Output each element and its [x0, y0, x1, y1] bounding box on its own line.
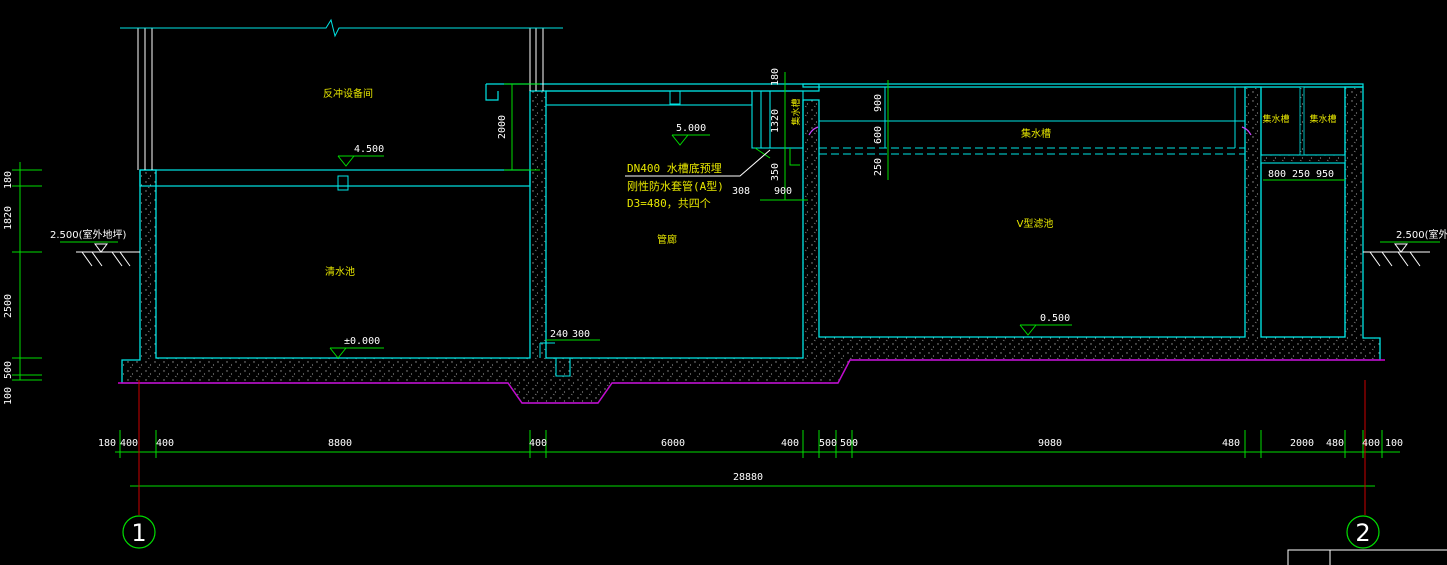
elevation-markers — [60, 134, 1440, 359]
bottom-dim-label: 400 — [781, 438, 799, 449]
note-line-1: DN400 水槽底预埋 — [627, 161, 722, 175]
label-trough-right-a: 集水槽 — [1262, 113, 1289, 125]
left-dim-1820: 1820 — [3, 206, 14, 230]
bottom-dim-labels: 180 400 400 8800 400 6000 400 500 500 9080 480 2000… — [98, 438, 1403, 449]
inner-dim-labels: 2000 180 1320 350 308 900 900 600 250 24… — [497, 68, 1334, 340]
ground-marks — [76, 243, 1430, 267]
left-dim-labels: 180 1820 2500 500 100 — [3, 171, 14, 405]
label-equipment-room: 反冲设备间 — [323, 87, 373, 100]
bottom-dimension-lines — [115, 380, 1400, 515]
axis-label-2: 2 — [1355, 519, 1370, 547]
dim-950: 950 — [1316, 169, 1334, 180]
bottom-dim-label: 6000 — [661, 438, 685, 449]
left-dim-100: 100 — [3, 387, 14, 405]
label-filter: V型滤池 — [1017, 217, 1054, 230]
left-dim-180: 180 — [3, 171, 14, 189]
dim-900-upper: 900 — [873, 94, 884, 112]
dim-180: 180 — [770, 68, 781, 86]
dim-300: 300 — [572, 329, 590, 340]
dim-250: 250 — [873, 158, 884, 176]
dim-308: 308 — [732, 186, 750, 197]
title-block-corner — [1287, 549, 1447, 565]
dim-240: 240 — [550, 329, 568, 340]
bottom-dim-label: 100 — [1385, 438, 1403, 449]
bottom-dim-label: 480 — [1222, 438, 1240, 449]
ground-label-right: 2.500(室外地 — [1396, 228, 1447, 241]
bottom-dim-label: 400 — [1362, 438, 1380, 449]
label-trough-main: 集水槽 — [1021, 127, 1051, 140]
dim-250-right: 250 — [1292, 169, 1310, 180]
left-dim-2500: 2500 — [3, 294, 14, 318]
bottom-dim-label: 180 — [98, 438, 116, 449]
bottom-dim-label: 500 — [819, 438, 837, 449]
ground-labels: 2.500(室外地坪) 2.500(室外地 — [50, 228, 1447, 241]
concrete-structure — [118, 18, 1385, 404]
label-clear-water-pool: 清水池 — [325, 265, 355, 278]
elevation-5000: 5.000 — [676, 123, 706, 134]
section-drawing: 反冲设备间 清水池 管廊 V型滤池 集水槽 集水槽 集水槽 集水槽 DN400 … — [3, 18, 1447, 565]
label-trough-right-b: 集水槽 — [1309, 113, 1336, 125]
left-dimension-chain — [12, 162, 42, 381]
elevation-0500: 0.500 — [1040, 313, 1070, 324]
axis-label-1: 1 — [131, 519, 146, 547]
label-trough-left: 集水槽 — [790, 98, 802, 125]
dim-600: 600 — [873, 126, 884, 144]
note-line-2: 刚性防水套管(A型) — [627, 179, 724, 193]
axis-markers: 1 2 — [122, 515, 1380, 549]
elevation-4500: 4.500 — [354, 144, 384, 155]
dim-1320: 1320 — [770, 109, 781, 133]
bottom-dim-label: 400 — [120, 438, 138, 449]
bottom-dim-label: 400 — [529, 438, 547, 449]
dim-900-lower: 900 — [774, 186, 792, 197]
ground-label-left: 2.500(室外地坪) — [50, 228, 127, 241]
dim-350: 350 — [770, 163, 781, 181]
left-dim-500: 500 — [3, 361, 14, 379]
label-pipe-gallery: 管廊 — [657, 233, 677, 246]
bottom-dim-label: 400 — [156, 438, 174, 449]
bottom-dim-label: 2000 — [1290, 438, 1314, 449]
dim-800: 800 — [1268, 169, 1286, 180]
bottom-dim-label: 480 — [1326, 438, 1344, 449]
dim-2000: 2000 — [497, 115, 508, 139]
bottom-dim-label: 8800 — [328, 438, 352, 449]
bottom-dim-label: 500 — [840, 438, 858, 449]
elevation-0000: ±0.000 — [344, 336, 380, 347]
total-dimension: 28880 — [733, 472, 763, 483]
note-block: DN400 水槽底预埋 刚性防水套管(A型) D3=480，共四个 — [627, 161, 724, 210]
note-line-3: D3=480，共四个 — [627, 197, 711, 210]
bottom-dim-label: 9080 — [1038, 438, 1062, 449]
elevation-labels: 4.500 5.000 ±0.000 0.500 — [344, 123, 1070, 347]
